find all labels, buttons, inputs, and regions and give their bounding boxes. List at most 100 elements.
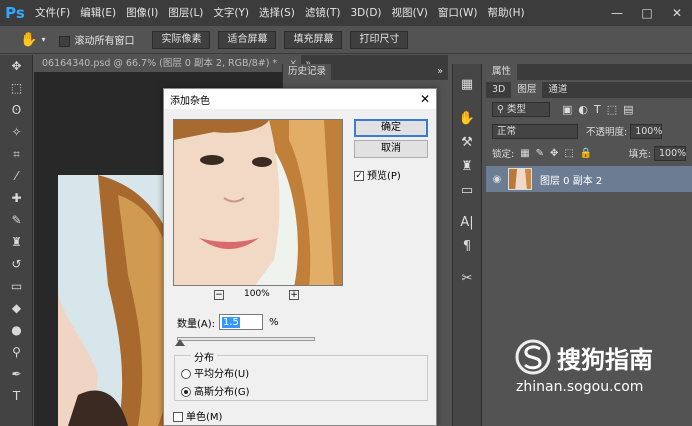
lasso-tool-icon[interactable]: ʘ xyxy=(0,99,33,121)
actual-pixels-button[interactable]: 实际像素 xyxy=(152,30,211,49)
opacity-input[interactable]: 100% xyxy=(630,123,662,139)
preview-label: 预览(P) xyxy=(367,171,401,182)
dialog-title: 添加杂色 xyxy=(170,95,210,107)
maximize-button[interactable]: □ xyxy=(632,0,662,26)
adjustments-icon[interactable]: ✂ xyxy=(453,266,481,290)
tab-channels[interactable]: 通道 xyxy=(542,82,573,98)
menu-image[interactable]: 图像(I) xyxy=(121,0,163,26)
monochrome-checkbox[interactable]: 单色(M) xyxy=(173,408,222,423)
crop-tool-icon[interactable]: ⌗ xyxy=(0,143,33,165)
sogou-watermark: 搜狗指南 zhinan.sogou.com xyxy=(513,338,688,398)
clone-source-icon[interactable]: ♜ xyxy=(453,154,481,178)
menu-edit[interactable]: 编辑(E) xyxy=(75,0,121,26)
menu-view[interactable]: 视图(V) xyxy=(387,0,433,26)
layer-row[interactable]: ◉ 图层 0 副本 2 xyxy=(486,166,692,192)
opacity-label: 不透明度: xyxy=(586,127,628,138)
pen-tool-icon[interactable]: ✒ xyxy=(0,363,33,385)
gaussian-radio-circle[interactable] xyxy=(181,387,191,397)
visibility-eye-icon[interactable]: ◉ xyxy=(486,174,508,185)
dialog-titlebar: 添加杂色 ✕ xyxy=(164,89,436,109)
document-tab[interactable]: 06164340.psd @ 66.7% (图层 0 副本 2, RGB/8#)… xyxy=(34,55,286,72)
blend-mode-select[interactable]: 正常 xyxy=(492,123,578,139)
menu-help[interactable]: 帮助(H) xyxy=(483,0,530,26)
eyedropper-icon[interactable]: ⁄ xyxy=(0,165,33,187)
brush-tool-icon[interactable]: ✎ xyxy=(0,209,33,231)
amount-value: 1.5 xyxy=(222,316,240,328)
menu-filter[interactable]: 滤镜(T) xyxy=(300,0,346,26)
dodge-tool-icon[interactable]: ⚲ xyxy=(0,341,33,363)
amount-unit: % xyxy=(269,316,279,328)
menu-3d[interactable]: 3D(D) xyxy=(345,0,386,26)
checkbox-box[interactable] xyxy=(59,35,71,47)
amount-input[interactable]: 1.5 xyxy=(219,314,264,330)
amount-slider-thumb[interactable] xyxy=(175,339,185,346)
healing-brush-icon[interactable]: ✚ xyxy=(0,187,33,209)
filter-icons[interactable]: ▣◐T⬚▤ xyxy=(562,103,640,116)
panel-icon-column: ▦ ✋ ⚒ ♜ ▭ A| ¶ ✂ xyxy=(452,64,482,426)
tools-panel: ✥ ⬚ ʘ ✧ ⌗ ⁄ ✚ ✎ ♜ ↺ ▭ ◆ ● ⚲ ✒ T xyxy=(0,55,33,426)
move-tool-icon[interactable]: ✥ xyxy=(0,55,33,77)
layer-filter-row: ⚲ 类型 ▣◐T⬚▤ xyxy=(486,98,692,120)
fill-input[interactable]: 100% xyxy=(654,145,686,161)
uniform-radio-circle[interactable] xyxy=(181,369,191,379)
hand-tool-icon[interactable]: ✋ xyxy=(20,32,37,48)
paragraph-panel-icon[interactable]: ¶ xyxy=(453,234,481,258)
photoshop-logo: Ps xyxy=(5,4,25,22)
close-button[interactable]: ✕ xyxy=(662,0,692,26)
preview-check-box[interactable]: ✓ xyxy=(354,171,364,181)
ok-button[interactable]: 确定 xyxy=(354,119,428,137)
menu-layer[interactable]: 图层(L) xyxy=(163,0,208,26)
print-size-button[interactable]: 打印尺寸 xyxy=(350,30,409,49)
type-tool-icon[interactable]: T xyxy=(0,385,33,407)
zoom-out-button[interactable]: − xyxy=(214,290,224,300)
filter-preview[interactable] xyxy=(173,119,343,286)
eraser-icon[interactable]: ▭ xyxy=(0,275,33,297)
lock-row: 锁定: ▦✎✥⬚🔒 填充: 100% xyxy=(486,142,692,164)
minimize-button[interactable]: — xyxy=(602,0,632,26)
gaussian-radio[interactable]: 高斯分布(G) xyxy=(181,383,250,398)
menu-file[interactable]: 文件(F) xyxy=(30,0,75,26)
magic-wand-icon[interactable]: ✧ xyxy=(0,121,33,143)
cancel-button[interactable]: 取消 xyxy=(354,140,428,158)
menu-select[interactable]: 选择(S) xyxy=(254,0,300,26)
preview-checkbox[interactable]: ✓ 预览(P) xyxy=(354,167,401,182)
zoom-in-button[interactable]: + xyxy=(289,290,299,300)
monochrome-label: 单色(M) xyxy=(186,412,223,423)
clone-stamp-icon[interactable]: ♜ xyxy=(0,231,33,253)
tool-presets-icon[interactable]: ▭ xyxy=(453,178,481,202)
history-more-icon[interactable]: » xyxy=(432,64,448,80)
properties-tab[interactable]: 属性 xyxy=(486,64,518,80)
watermark-url: zhinan.sogou.com xyxy=(516,379,644,395)
uniform-radio[interactable]: 平均分布(U) xyxy=(181,365,249,380)
paint-bucket-icon[interactable]: ◆ xyxy=(0,297,33,319)
lock-label: 锁定: xyxy=(492,149,515,160)
amount-slider[interactable] xyxy=(177,337,315,341)
character-panel-icon[interactable]: A| xyxy=(453,210,481,234)
scroll-all-windows-checkbox[interactable]: 滚动所有窗口 xyxy=(59,32,134,47)
fill-screen-button[interactable]: 填充屏幕 xyxy=(284,30,343,49)
dialog-close-icon[interactable]: ✕ xyxy=(420,92,430,106)
zoom-level: 100% xyxy=(244,289,270,299)
layer-kind-filter[interactable]: ⚲ 类型 xyxy=(492,101,550,117)
history-tab[interactable]: 历史记录 xyxy=(283,64,332,80)
tool-preset-chevron-icon[interactable]: ▾ xyxy=(41,35,45,44)
marquee-tool-icon[interactable]: ⬚ xyxy=(0,77,33,99)
tab-3d[interactable]: 3D xyxy=(486,82,511,98)
menu-type[interactable]: 文字(Y) xyxy=(208,0,254,26)
window-controls: — □ ✕ xyxy=(602,0,692,26)
distribution-label: 分布 xyxy=(191,349,217,364)
layer-name[interactable]: 图层 0 副本 2 xyxy=(540,172,602,187)
blur-tool-icon[interactable]: ● xyxy=(0,319,33,341)
amount-row: 数量(A): 1.5 % xyxy=(177,314,279,330)
brush-preset-icon[interactable]: ✋ xyxy=(453,106,481,130)
menu-window[interactable]: 窗口(W) xyxy=(433,0,483,26)
histogram-icon[interactable]: ▦ xyxy=(453,72,481,96)
brush-panel-icon[interactable]: ⚒ xyxy=(453,130,481,154)
lock-icons[interactable]: ▦✎✥⬚🔒 xyxy=(520,148,598,159)
tab-layers[interactable]: 图层 xyxy=(511,82,543,98)
fit-screen-button[interactable]: 适合屏幕 xyxy=(218,30,277,49)
gaussian-label: 高斯分布(G) xyxy=(194,387,250,398)
monochrome-check-box[interactable] xyxy=(173,412,183,422)
uniform-label: 平均分布(U) xyxy=(194,369,250,380)
history-brush-icon[interactable]: ↺ xyxy=(0,253,33,275)
